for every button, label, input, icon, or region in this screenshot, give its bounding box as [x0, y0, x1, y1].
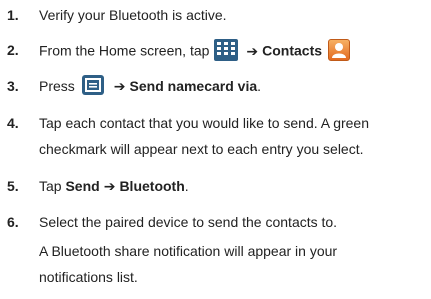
- step-4-continuation: checkmark will appear next to each entry…: [39, 141, 364, 157]
- step-text-part: .: [257, 78, 262, 94]
- step-bold-text: Send: [65, 178, 100, 194]
- step-text: Tap Send ➔ Bluetooth.: [39, 177, 189, 195]
- menu-icon: [81, 75, 104, 96]
- step-number: 5.: [7, 178, 19, 194]
- step-number: 2.: [7, 42, 19, 58]
- arrow-icon: ➔: [246, 42, 259, 59]
- step-text-part: .: [184, 178, 189, 194]
- step-number: 3.: [7, 78, 19, 94]
- step-text: Tap each contact that you would like to …: [39, 115, 369, 131]
- step-bold-text: Bluetooth: [119, 178, 185, 194]
- step-text: Press ➔ Send namecard via.: [39, 75, 262, 97]
- contacts-icon: [328, 39, 351, 61]
- step-text-part: Tap: [39, 178, 62, 194]
- step-text: From the Home screen, tap ➔ Contacts: [39, 39, 351, 63]
- step-text-part: From the Home screen, tap: [39, 42, 210, 59]
- step-number: 1.: [7, 7, 19, 23]
- step-number: 6.: [7, 214, 19, 230]
- step-text: Verify your Bluetooth is active.: [39, 7, 227, 23]
- step-text-part: Press: [39, 78, 75, 94]
- step-6-note-line-2: notifications list.: [39, 269, 138, 285]
- step-number: 4.: [7, 115, 19, 131]
- step-6-note-line-1: A Bluetooth share notification will appe…: [39, 243, 338, 259]
- step-bold-text: Send namecard via: [129, 78, 258, 94]
- step-bold-text: Contacts: [262, 42, 323, 59]
- arrow-icon: ➔: [113, 78, 126, 94]
- arrow-icon: ➔: [103, 178, 116, 194]
- step-text: Select the paired device to send the con…: [39, 214, 338, 230]
- apps-grid-icon: [214, 39, 239, 61]
